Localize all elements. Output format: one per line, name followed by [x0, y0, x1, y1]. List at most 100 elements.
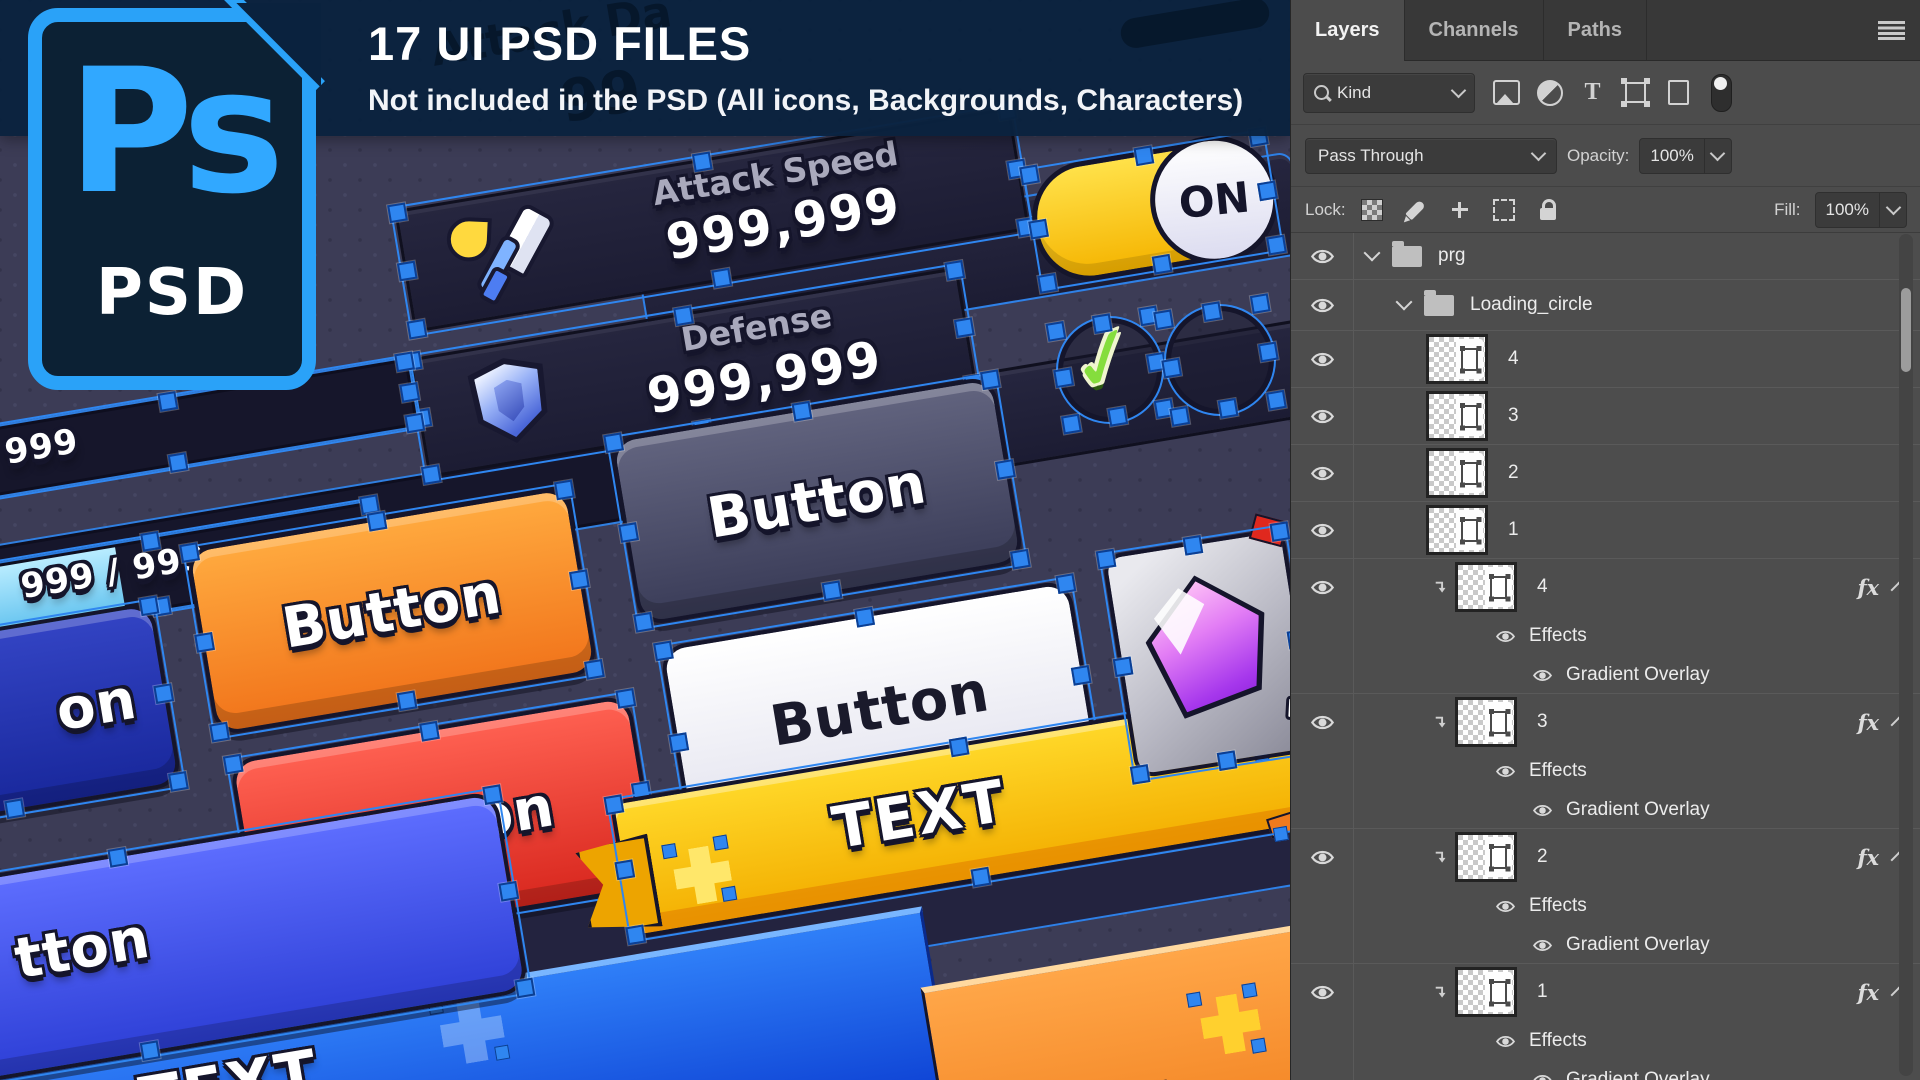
visibility-toggle[interactable]	[1291, 1062, 1354, 1080]
layer-row[interactable]: Gradient Overlay	[1291, 927, 1920, 964]
filter-smart-objects-icon[interactable]	[1665, 79, 1692, 106]
selection-handle[interactable]	[668, 732, 689, 753]
layer-name[interactable]: 4	[1508, 348, 1519, 370]
selection-handle[interactable]	[1071, 665, 1092, 686]
selection-handle[interactable]	[158, 391, 179, 412]
layer-thumbnail[interactable]	[1426, 334, 1488, 384]
selection-handle[interactable]	[387, 202, 408, 223]
selection-handle[interactable]	[618, 522, 639, 543]
selection-handle[interactable]	[1183, 535, 1204, 556]
layer-row[interactable]: Effects	[1291, 750, 1920, 792]
layer-name[interactable]: 4	[1537, 576, 1548, 598]
layer-name[interactable]: Effects	[1529, 1030, 1587, 1052]
kind-filter-dropdown[interactable]: Kind	[1303, 73, 1475, 113]
selection-handle[interactable]	[223, 754, 244, 775]
visibility-toggle[interactable]	[1291, 502, 1354, 558]
layer-row[interactable]: Gradient Overlay	[1291, 657, 1920, 694]
selection-handle[interactable]	[1134, 145, 1155, 166]
effect-visibility-toggle[interactable]	[1494, 1032, 1517, 1051]
tab-layers[interactable]: Layers	[1291, 0, 1405, 61]
fx-badge[interactable]: fx	[1857, 575, 1879, 600]
visibility-toggle[interactable]	[1291, 694, 1354, 750]
layer-thumbnail[interactable]	[1455, 562, 1517, 612]
layer-thumbnail[interactable]	[1455, 697, 1517, 747]
visibility-toggle[interactable]	[1291, 885, 1354, 927]
layer-row[interactable]: Effects	[1291, 885, 1920, 927]
lock-transparency-icon[interactable]	[1360, 198, 1384, 222]
layer-row[interactable]: 3	[1291, 388, 1920, 445]
filter-type-layers-icon[interactable]: T	[1579, 79, 1606, 106]
layer-row[interactable]: 1	[1291, 502, 1920, 559]
visibility-toggle[interactable]	[1291, 750, 1354, 792]
selection-handle[interactable]	[822, 580, 843, 601]
scrollbar-thumb[interactable]	[1901, 288, 1911, 372]
visibility-toggle[interactable]	[1291, 559, 1354, 615]
layer-name[interactable]: Loading_circle	[1470, 294, 1593, 316]
layer-row[interactable]: 2	[1291, 445, 1920, 502]
layer-name[interactable]: 1	[1537, 981, 1548, 1003]
panel-menu-icon[interactable]	[1878, 21, 1905, 40]
selection-handle[interactable]	[1250, 293, 1271, 314]
selection-handle[interactable]	[151, 596, 172, 617]
layer-row[interactable]: Effects	[1291, 1020, 1920, 1062]
layer-row[interactable]: Loading_circle	[1291, 280, 1920, 331]
selection-handle[interactable]	[168, 771, 189, 792]
layer-row[interactable]: 4	[1291, 331, 1920, 388]
selection-handle[interactable]	[397, 690, 418, 711]
selection-handle[interactable]	[194, 632, 215, 653]
layer-name[interactable]: Gradient Overlay	[1566, 934, 1710, 956]
visibility-toggle[interactable]	[1291, 615, 1354, 657]
selection-handle[interactable]	[153, 683, 174, 704]
fx-badge[interactable]: fx	[1857, 710, 1879, 735]
selection-handle[interactable]	[1153, 309, 1174, 330]
effect-visibility-toggle[interactable]	[1494, 897, 1517, 916]
selection-handle[interactable]	[1006, 159, 1027, 180]
layer-thumbnail[interactable]	[1455, 967, 1517, 1017]
lock-all-icon[interactable]	[1536, 198, 1560, 222]
layer-thumbnail[interactable]	[1426, 448, 1488, 498]
selection-handle[interactable]	[1055, 573, 1076, 594]
layer-thumbnail[interactable]	[1455, 832, 1517, 882]
layer-row[interactable]: 3 fx	[1291, 694, 1920, 750]
fx-badge[interactable]: fx	[1857, 845, 1879, 870]
filter-adjustment-layers-icon[interactable]	[1536, 79, 1563, 106]
effect-visibility-toggle[interactable]	[1531, 801, 1554, 820]
visibility-toggle[interactable]	[1291, 927, 1354, 963]
layer-row[interactable]: 2 fx	[1291, 829, 1920, 885]
selection-handle[interactable]	[1019, 165, 1040, 186]
filter-toggle-switch[interactable]	[1708, 79, 1735, 106]
effect-visibility-toggle[interactable]	[1531, 936, 1554, 955]
visibility-toggle[interactable]	[1291, 331, 1354, 387]
selection-handle[interactable]	[407, 319, 428, 340]
layer-name[interactable]: Effects	[1529, 625, 1587, 647]
filter-shape-layers-icon[interactable]	[1622, 79, 1649, 106]
effect-visibility-toggle[interactable]	[1494, 762, 1517, 781]
selection-handle[interactable]	[209, 722, 230, 743]
layer-row[interactable]: 1 fx	[1291, 964, 1920, 1020]
visibility-toggle[interactable]	[1291, 964, 1354, 1020]
selection-handle[interactable]	[615, 688, 636, 709]
fill-field[interactable]: 100%	[1815, 192, 1907, 228]
selection-handle[interactable]	[1010, 549, 1031, 570]
layer-name[interactable]: Effects	[1529, 895, 1587, 917]
visibility-toggle[interactable]	[1291, 1020, 1354, 1062]
layer-thumbnail[interactable]	[1426, 391, 1488, 441]
visibility-toggle[interactable]	[1291, 233, 1354, 279]
layer-name[interactable]: Gradient Overlay	[1566, 1069, 1710, 1080]
lock-pixels-icon[interactable]	[1404, 198, 1428, 222]
tab-channels[interactable]: Channels	[1405, 0, 1544, 60]
lock-position-icon[interactable]	[1448, 198, 1472, 222]
layer-row[interactable]: Effects	[1291, 615, 1920, 657]
selection-handle[interactable]	[954, 317, 975, 338]
expand-chevron-icon[interactable]	[1364, 245, 1381, 262]
layer-thumbnail[interactable]	[1426, 505, 1488, 555]
layer-row[interactable]: Gradient Overlay	[1291, 1062, 1920, 1080]
layer-name[interactable]: Effects	[1529, 760, 1587, 782]
selection-handle[interactable]	[4, 798, 25, 819]
effect-visibility-toggle[interactable]	[1531, 666, 1554, 685]
layer-name[interactable]: Gradient Overlay	[1566, 799, 1710, 821]
blend-mode-dropdown[interactable]: Pass Through	[1305, 138, 1557, 174]
selection-handle[interactable]	[1113, 656, 1134, 677]
fx-badge[interactable]: fx	[1857, 980, 1879, 1005]
layer-name[interactable]: 1	[1508, 519, 1519, 541]
